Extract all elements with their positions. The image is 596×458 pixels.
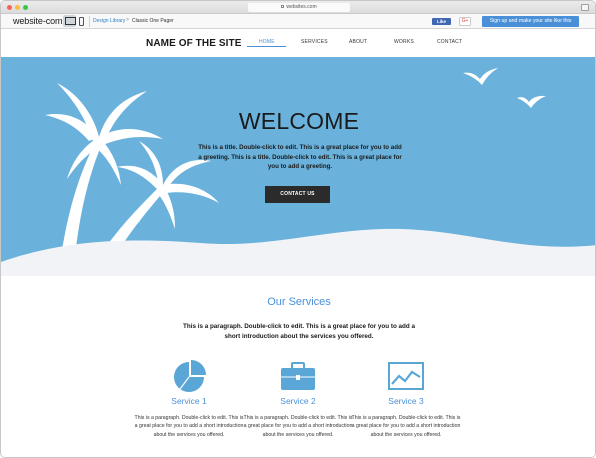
address-bar[interactable]: websites.com: [248, 3, 350, 12]
services-title[interactable]: Our Services: [1, 296, 595, 308]
line-chart-icon: [388, 362, 424, 390]
signup-button[interactable]: Sign up and make your site like this: [482, 16, 579, 27]
mobile-view-icon[interactable]: [79, 17, 84, 26]
browser-titlebar: websites.com: [1, 1, 595, 14]
nav-services[interactable]: SERVICES: [301, 39, 328, 45]
facebook-like-button[interactable]: Like: [432, 18, 451, 25]
google-plus-button[interactable]: G+: [459, 17, 471, 26]
service-name[interactable]: Service 1: [134, 396, 244, 406]
site-name[interactable]: NAME OF THE SITE: [146, 38, 242, 49]
service-description[interactable]: This is a paragraph. Double-click to edi…: [243, 414, 353, 439]
site-header: NAME OF THE SITE HOME SERVICES ABOUT WOR…: [1, 29, 595, 57]
breadcrumb-separator: >: [126, 17, 129, 23]
service-description[interactable]: This is a paragraph. Double-click to edi…: [134, 414, 244, 439]
close-window-button[interactable]: [7, 5, 12, 10]
nav-active-indicator: [247, 46, 286, 47]
pie-chart-icon: [174, 360, 206, 392]
nav-about[interactable]: ABOUT: [349, 39, 367, 45]
toolbar-logo[interactable]: website-com: [13, 16, 63, 26]
service-description[interactable]: This is a paragraph. Double-click to edi…: [351, 414, 461, 439]
contact-us-button[interactable]: CONTACT US: [265, 186, 330, 203]
lock-icon: [281, 5, 285, 9]
hero-title[interactable]: WELCOME: [1, 108, 595, 135]
service-name[interactable]: Service 2: [243, 396, 353, 406]
briefcase-icon: [281, 362, 315, 390]
editor-toolbar: website-com Design Library > Classic One…: [1, 14, 595, 29]
breadcrumb-current-page: Classic One Pager: [132, 18, 174, 24]
desktop-view-icon[interactable]: [63, 15, 76, 27]
hero-greeting[interactable]: This is a title. Double-click to edit. T…: [197, 143, 403, 172]
services-section: Our Services This is a paragraph. Double…: [1, 276, 595, 457]
toolbar-divider: [89, 16, 90, 27]
breadcrumb-design-library[interactable]: Design Library: [93, 18, 125, 24]
browser-window: websites.com website-com Design Library …: [0, 0, 596, 458]
minimize-window-button[interactable]: [15, 5, 20, 10]
birds-icon: [463, 68, 546, 108]
service-name[interactable]: Service 3: [351, 396, 461, 406]
fullscreen-button[interactable]: [581, 4, 589, 11]
nav-works[interactable]: WORKS: [394, 39, 414, 45]
zoom-window-button[interactable]: [23, 5, 28, 10]
services-intro[interactable]: This is a paragraph. Double-click to edi…: [177, 322, 421, 341]
address-bar-text: websites.com: [286, 4, 317, 10]
nav-contact[interactable]: CONTACT: [437, 39, 462, 45]
nav-home[interactable]: HOME: [259, 39, 275, 45]
hero-section: WELCOME This is a title. Double-click to…: [1, 57, 595, 276]
